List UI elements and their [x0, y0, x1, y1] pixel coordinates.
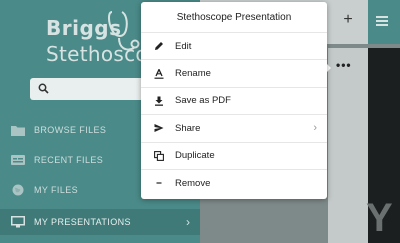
sidebar-item-label: MY FILES [34, 185, 79, 195]
chevron-right-icon: › [186, 215, 190, 229]
menu-item-save-as-pdf[interactable]: Save as PDF [141, 86, 327, 114]
rename-icon [151, 68, 167, 79]
stethoscope-icon [108, 11, 140, 51]
recent-files-icon [0, 155, 32, 165]
menu-item-label: Rename [175, 68, 211, 80]
presentation-row [328, 48, 368, 243]
chevron-right-icon: › [313, 122, 317, 135]
menu-item-remove[interactable]: Remove [141, 168, 327, 196]
add-icon[interactable]: + [340, 12, 356, 28]
sidebar-item-label: MY PRESENTATIONS [34, 217, 131, 227]
duplicate-icon [151, 150, 167, 161]
search-icon [38, 83, 49, 94]
monitor-icon [0, 216, 32, 228]
menu-item-label: Share [175, 122, 201, 134]
menu-item-share[interactable]: Share › [141, 114, 327, 141]
menu-item-edit[interactable]: Edit [141, 32, 327, 59]
globe-icon [0, 184, 32, 196]
send-icon [151, 123, 167, 133]
menu-item-label: Duplicate [175, 150, 215, 162]
menu-item-label: Edit [175, 40, 192, 52]
menu-item-duplicate[interactable]: Duplicate [141, 141, 327, 169]
context-menu: Stethoscope Presentation Edit Rename Sav… [141, 2, 327, 199]
menu-item-label: Save as PDF [175, 95, 231, 107]
minus-icon [151, 178, 167, 188]
menu-item-rename[interactable]: Rename [141, 59, 327, 86]
sidebar-item-label: BROWSE FILES [34, 125, 107, 135]
more-options-button[interactable]: ••• [336, 58, 352, 72]
sidebar-item-label: RECENT FILES [34, 155, 104, 165]
folder-icon [0, 125, 32, 136]
menu-item-label: Remove [175, 177, 211, 189]
menu-title: Stethoscope Presentation [176, 11, 292, 23]
pencil-icon [151, 41, 167, 51]
hamburger-icon[interactable] [376, 16, 388, 26]
download-icon [151, 96, 167, 106]
sidebar-item-my-presentations[interactable]: MY PRESENTATIONS › [0, 209, 200, 235]
preview-letter: Y [366, 196, 393, 240]
